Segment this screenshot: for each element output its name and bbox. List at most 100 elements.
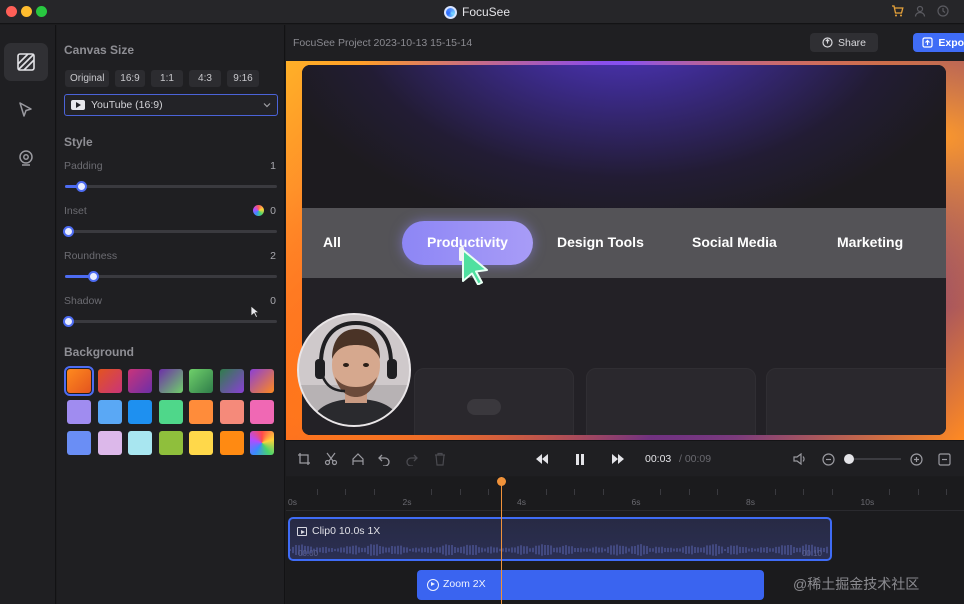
zoom-out-button[interactable] bbox=[820, 451, 836, 467]
history-icon[interactable] bbox=[936, 4, 950, 18]
canvas-preset-select[interactable]: YouTube (16:9) bbox=[64, 94, 278, 116]
split-button[interactable] bbox=[350, 451, 366, 467]
minimize-window-button[interactable] bbox=[21, 6, 32, 17]
fast-forward-button[interactable] bbox=[610, 451, 626, 467]
background-swatch[interactable] bbox=[128, 400, 152, 424]
undo-icon bbox=[378, 454, 390, 466]
background-swatch[interactable] bbox=[128, 369, 152, 393]
maximize-window-button[interactable] bbox=[36, 6, 47, 17]
ratio-9-16-button[interactable]: 9:16 bbox=[227, 70, 259, 87]
nav-item-design-tools: Design Tools bbox=[557, 234, 644, 250]
delete-button[interactable] bbox=[432, 451, 448, 467]
shadow-slider-handle[interactable] bbox=[63, 316, 74, 327]
ruler-tick bbox=[545, 489, 547, 495]
zoom-clip-track[interactable]: Zoom 2X bbox=[417, 570, 764, 600]
background-swatch[interactable] bbox=[189, 369, 213, 393]
focusee-logo-icon bbox=[444, 5, 457, 19]
ruler-tick bbox=[488, 489, 490, 495]
ruler-tick-label: 2s bbox=[402, 497, 412, 507]
roundness-slider[interactable] bbox=[65, 271, 277, 282]
clip-video-icon bbox=[297, 527, 307, 536]
cursor-tool-button[interactable] bbox=[4, 91, 48, 129]
background-swatch[interactable] bbox=[97, 400, 122, 424]
padding-value: 1 bbox=[270, 160, 276, 172]
time-ruler[interactable]: 0s 2s 4s 6s 8s 10s bbox=[286, 477, 964, 511]
canvas-size-title: Canvas Size bbox=[64, 43, 135, 57]
volume-button[interactable] bbox=[792, 451, 808, 467]
video-header-glow bbox=[302, 65, 946, 208]
ruler-tick bbox=[774, 489, 776, 495]
background-swatch[interactable] bbox=[250, 400, 274, 424]
fast-forward-icon bbox=[612, 454, 624, 464]
background-swatch[interactable] bbox=[128, 431, 152, 455]
ratio-1-1-button[interactable]: 1:1 bbox=[151, 70, 183, 87]
ruler-tick bbox=[431, 489, 433, 495]
clip-start-time: 00:00 bbox=[298, 549, 319, 558]
inset-slider-handle[interactable] bbox=[63, 226, 74, 237]
total-time: / 00:09 bbox=[679, 453, 712, 465]
export-button[interactable]: Export bbox=[913, 33, 964, 52]
background-swatch[interactable] bbox=[219, 431, 244, 455]
shadow-slider[interactable] bbox=[63, 316, 277, 327]
padding-slider[interactable] bbox=[65, 181, 277, 192]
account-icon[interactable] bbox=[913, 4, 927, 18]
tool-rail bbox=[0, 25, 56, 604]
playhead-handle[interactable] bbox=[497, 477, 506, 486]
background-swatch[interactable] bbox=[250, 369, 274, 393]
background-swatch[interactable] bbox=[97, 431, 122, 455]
rewind-button[interactable] bbox=[534, 451, 550, 467]
cut-button[interactable] bbox=[323, 451, 339, 467]
ratio-16-9-button[interactable]: 16:9 bbox=[115, 70, 145, 87]
background-swatch[interactable] bbox=[250, 431, 274, 455]
padding-slider-handle[interactable] bbox=[76, 181, 87, 192]
close-window-button[interactable] bbox=[6, 6, 17, 17]
undo-button[interactable] bbox=[376, 451, 392, 467]
background-swatch[interactable] bbox=[97, 369, 122, 393]
cursor-icon bbox=[19, 102, 32, 117]
color-wheel-icon[interactable] bbox=[253, 205, 264, 216]
shadow-value: 0 bbox=[270, 295, 276, 307]
trash-icon bbox=[435, 452, 445, 466]
webcam-icon bbox=[19, 150, 33, 166]
pause-button[interactable] bbox=[572, 451, 588, 467]
video-clip-track[interactable]: Clip0 10.0s 1X 00:00 00:10 bbox=[288, 517, 832, 561]
background-swatch[interactable] bbox=[158, 431, 183, 455]
background-swatch[interactable] bbox=[189, 400, 213, 424]
ratio-4-3-button[interactable]: 4:3 bbox=[189, 70, 221, 87]
background-swatch[interactable] bbox=[219, 369, 244, 393]
webcam-overlay[interactable] bbox=[297, 313, 411, 427]
background-swatch[interactable] bbox=[189, 431, 213, 455]
timeline-zoom-handle[interactable] bbox=[844, 454, 854, 464]
chevron-down-icon bbox=[263, 103, 271, 108]
playback-controls: 00:03 / 00:09 bbox=[286, 440, 964, 476]
canvas-tool-button[interactable] bbox=[4, 43, 48, 81]
fit-timeline-button[interactable] bbox=[936, 451, 952, 467]
background-swatch[interactable] bbox=[64, 366, 94, 396]
project-name: FocuSee Project 2023-10-13 15-15-14 bbox=[293, 37, 473, 49]
inset-slider[interactable] bbox=[63, 226, 277, 237]
speaker-icon bbox=[793, 453, 805, 465]
zoom-play-icon bbox=[427, 579, 439, 591]
background-swatch[interactable] bbox=[67, 431, 91, 455]
background-swatch[interactable] bbox=[158, 369, 183, 393]
ruler-tick bbox=[316, 489, 318, 495]
waveform-bars bbox=[290, 544, 828, 556]
background-swatch[interactable] bbox=[219, 400, 244, 424]
redo-button[interactable] bbox=[404, 451, 420, 467]
roundness-slider-fill bbox=[65, 275, 90, 278]
zoom-in-button[interactable] bbox=[908, 451, 924, 467]
share-button[interactable]: Share bbox=[810, 33, 878, 52]
playhead-line[interactable] bbox=[501, 477, 502, 604]
roundness-slider-handle[interactable] bbox=[88, 271, 99, 282]
zoom-out-icon bbox=[821, 452, 835, 466]
ratio-original-button[interactable]: Original bbox=[65, 70, 109, 87]
background-swatches bbox=[64, 366, 274, 455]
preview-canvas[interactable]: All Productivity Design Tools Social Med… bbox=[286, 61, 964, 440]
background-title: Background bbox=[64, 345, 135, 359]
ruler-tick-label: 4s bbox=[517, 497, 526, 507]
cart-icon[interactable] bbox=[890, 4, 904, 18]
webcam-tool-button[interactable] bbox=[4, 139, 48, 177]
crop-button[interactable] bbox=[296, 451, 312, 467]
background-swatch[interactable] bbox=[158, 400, 183, 424]
background-swatch[interactable] bbox=[67, 400, 91, 424]
